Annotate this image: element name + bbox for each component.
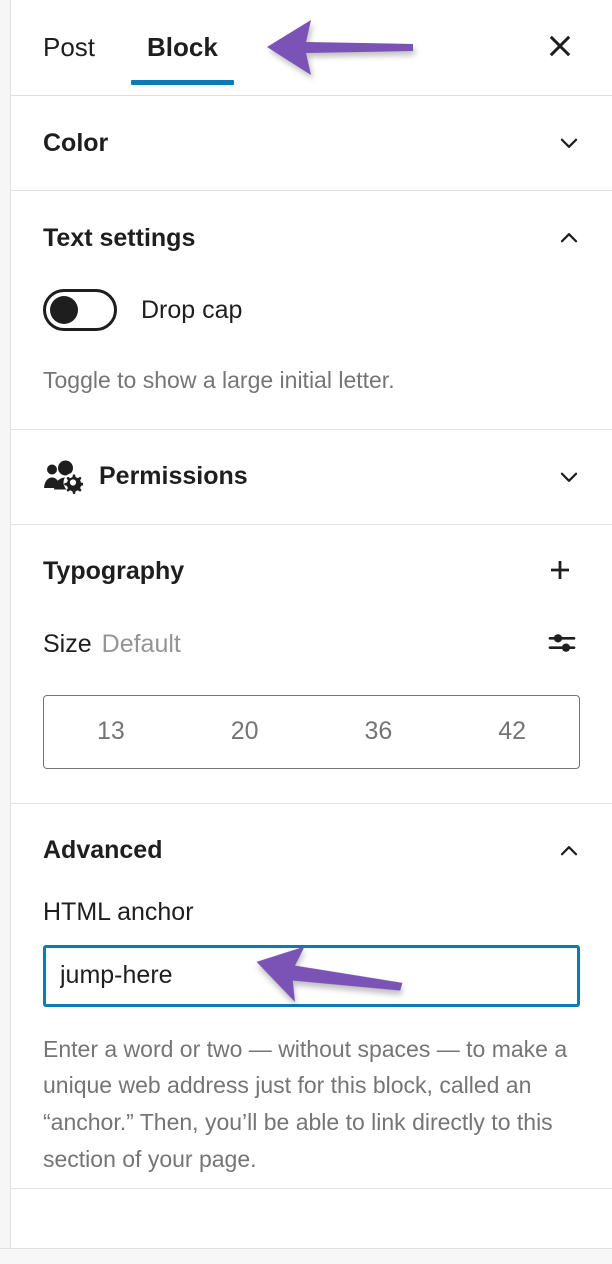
tab-block-label: Block [147, 32, 218, 62]
font-size-value: Default [101, 630, 181, 659]
font-size-settings-button[interactable] [542, 625, 582, 665]
bottom-strip [0, 1248, 612, 1264]
chevron-down-icon [556, 130, 582, 156]
section-typography-title: Typography [43, 557, 185, 586]
section-color-toggle[interactable]: Color [11, 96, 612, 190]
html-anchor-help-text: Enter a word or two — without spaces — t… [43, 1035, 568, 1173]
section-permissions-toggle[interactable]: Permissions [11, 430, 612, 524]
tab-post-label: Post [43, 32, 96, 62]
font-size-row: Size Default [11, 619, 612, 665]
drop-cap-help-text: Toggle to show a large initial letter. [43, 367, 395, 393]
drop-cap-toggle-knob [50, 296, 78, 324]
section-permissions: Permissions [11, 430, 612, 525]
block-inspector-panel: Post Block Color Text settings Drop cap … [10, 0, 612, 1248]
section-permissions-title: Permissions [99, 462, 248, 491]
plus-icon [545, 555, 575, 588]
close-icon [545, 31, 575, 64]
font-size-label: Size [43, 630, 92, 659]
section-color: Color [11, 96, 612, 191]
section-advanced-title: Advanced [43, 836, 163, 865]
font-size-preset-group: 13 20 36 42 [43, 694, 580, 769]
text-settings-body: Drop cap Toggle to show a large initial … [11, 285, 612, 429]
section-text-settings-title: Text settings [43, 223, 196, 252]
section-color-title: Color [43, 128, 109, 157]
add-typography-option-button[interactable] [538, 550, 582, 594]
close-settings-button[interactable] [538, 26, 582, 70]
font-size-preset-36-label: 36 [364, 717, 393, 746]
html-anchor-label: HTML anchor [43, 897, 194, 926]
font-size-preset-20-label: 20 [230, 717, 259, 746]
section-text-settings-toggle[interactable]: Text settings [11, 191, 612, 285]
users-gear-icon [43, 460, 83, 494]
drop-cap-label: Drop cap [141, 295, 243, 324]
section-typography: Typography Size Default 13 20 36 42 [11, 525, 612, 804]
block-settings-sidebar-screenshot: Post Block Color Text settings Drop cap … [0, 0, 612, 1264]
advanced-body: HTML anchor Enter a word or two — withou… [11, 898, 612, 1188]
inspector-header: Post Block [11, 0, 612, 96]
tab-post[interactable]: Post [11, 0, 121, 95]
font-size-preset-13-label: 13 [96, 717, 125, 746]
typography-header: Typography [11, 525, 612, 619]
font-size-preset-42[interactable]: 42 [445, 696, 579, 768]
drop-cap-toggle[interactable] [43, 289, 117, 331]
html-anchor-input[interactable] [43, 944, 580, 1007]
section-text-settings: Text settings Drop cap Toggle to show a … [11, 191, 612, 430]
font-size-preset-20[interactable]: 20 [178, 696, 312, 768]
section-advanced-toggle[interactable]: Advanced [11, 804, 612, 898]
chevron-up-icon [556, 838, 582, 864]
section-advanced: Advanced HTML anchor Enter a word or two… [11, 804, 612, 1189]
sliders-icon [546, 627, 578, 662]
chevron-down-icon [556, 464, 582, 490]
tab-block[interactable]: Block [121, 0, 244, 95]
inspector-tabs: Post Block [11, 0, 244, 95]
font-size-preset-13[interactable]: 13 [44, 696, 178, 768]
drop-cap-row: Drop cap [43, 285, 580, 331]
font-size-preset-36[interactable]: 36 [312, 696, 446, 768]
chevron-up-icon [556, 225, 582, 251]
font-size-preset-42-label: 42 [498, 717, 527, 746]
